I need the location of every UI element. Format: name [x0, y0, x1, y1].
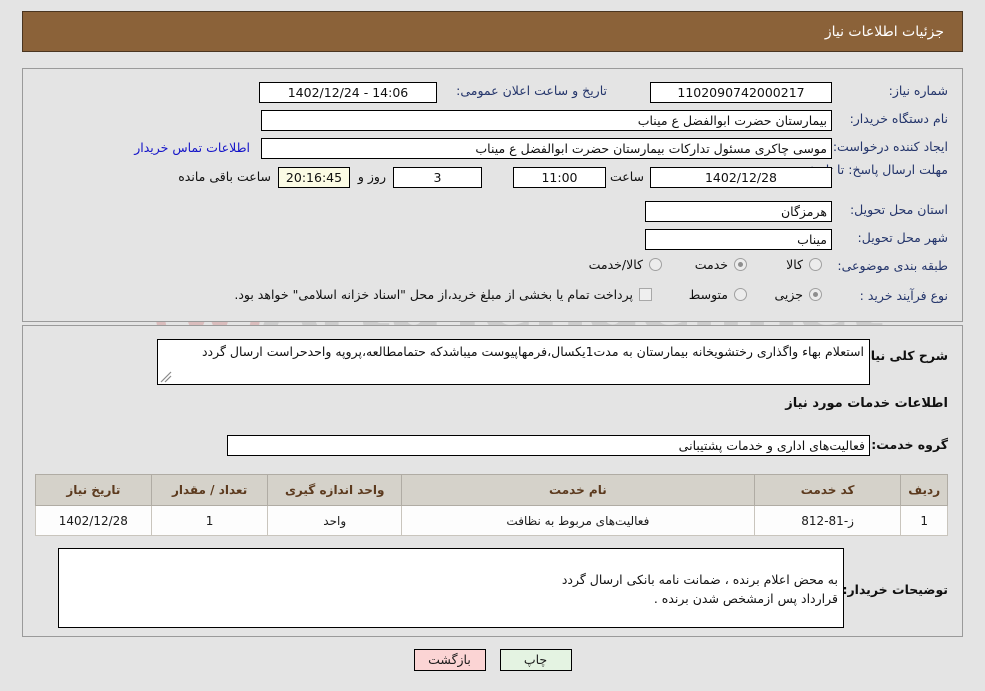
city-label: شهر محل تحویل: — [857, 230, 948, 245]
th-code: کد خدمت — [753, 474, 902, 506]
category-label: طبقه بندی موضوعی: — [837, 258, 948, 273]
print-button[interactable]: چاپ — [499, 649, 572, 671]
general-description-value: استعلام بهاء واگذاری رختشویخانه بیمارستا… — [201, 344, 864, 359]
service-group-value: فعالیت‌های اداری و خدمات پشتیبانی — [227, 435, 870, 456]
purchase-type-label: نوع فرآیند خرید : — [859, 288, 948, 303]
back-button[interactable]: بازگشت — [413, 649, 486, 671]
deadline-date-value: 1402/12/28 — [650, 167, 832, 188]
cell-name: فعالیت‌های مربوط به نظافت — [400, 505, 755, 536]
general-description-textarea[interactable]: استعلام بهاء واگذاری رختشویخانه بیمارستا… — [157, 339, 870, 385]
radio-medium-icon[interactable] — [734, 288, 747, 301]
purchase-type-option-medium-label: متوسط — [688, 287, 728, 302]
countdown-value: 20:16:45 — [278, 167, 350, 188]
buyer-org-value: بیمارستان حضرت ابوالفضل ع میناب — [261, 110, 832, 131]
th-quantity: تعداد / مقدار — [150, 474, 269, 506]
buyer-org-label: نام دستگاه خریدار: — [849, 111, 948, 126]
table-row: 1 ز-81-812 فعالیت‌های مربوط به نظافت واح… — [35, 505, 948, 536]
deadline-hour-value: 11:00 — [513, 167, 606, 188]
announce-datetime-label: تاریخ و ساعت اعلان عمومی: — [456, 83, 607, 98]
services-section-title: اطلاعات خدمات مورد نیاز — [785, 396, 948, 411]
deadline-hour-label: ساعت — [609, 169, 644, 184]
radio-service-icon[interactable] — [734, 258, 747, 271]
buyer-contact-link[interactable]: اطلاعات تماس خریدار — [134, 140, 250, 155]
th-radif: ردیف — [900, 474, 948, 506]
purchase-type-option-minor[interactable]: جزیی — [774, 287, 822, 302]
cell-unit: واحد — [267, 505, 402, 536]
purchase-type-option-medium[interactable]: متوسط — [689, 287, 747, 302]
resize-grip-icon[interactable] — [160, 371, 172, 383]
treasury-bond-checkbox-icon[interactable] — [639, 288, 652, 301]
category-option-goods-service[interactable]: کالا/خدمت — [589, 257, 662, 272]
category-option-service[interactable]: خدمت — [695, 257, 747, 272]
remaining-hours-label: ساعت باقی مانده — [178, 169, 271, 184]
radio-minor-icon[interactable] — [809, 288, 822, 301]
category-option-goods-service-label: کالا/خدمت — [588, 257, 643, 272]
service-group-label: گروه خدمت: — [871, 437, 948, 452]
buyer-notes-label: توضیحات خریدار: — [842, 582, 948, 597]
th-name: نام خدمت — [400, 474, 755, 506]
cell-date: 1402/12/28 — [35, 505, 152, 536]
purchase-type-option-minor-label: جزیی — [774, 287, 803, 302]
footer-actions: چاپ بازگشت — [0, 649, 985, 671]
category-option-service-label: خدمت — [694, 257, 728, 272]
remaining-days-label: روز و — [357, 169, 386, 184]
buyer-notes-value: به محض اعلام برنده ، ضمانت نامه بانکی ار… — [561, 571, 838, 606]
creator-label: ایجاد کننده درخواست: — [832, 139, 948, 154]
remaining-days-value: 3 — [393, 167, 482, 188]
services-table: ردیف کد خدمت نام خدمت واحد اندازه گیری ت… — [35, 474, 948, 536]
category-option-goods-label: کالا — [786, 257, 803, 272]
need-info-panel: شماره نیاز: 1102090742000217 تاریخ و ساع… — [22, 68, 963, 322]
cell-radif: 1 — [900, 505, 948, 536]
radio-goods-service-icon[interactable] — [649, 258, 662, 271]
th-date: تاریخ نیاز — [35, 474, 152, 506]
need-number-label: شماره نیاز: — [888, 83, 948, 98]
need-details-panel: شرح کلی نیاز: استعلام بهاء واگذاری رختشو… — [22, 325, 963, 637]
cell-code: ز-81-812 — [753, 505, 902, 536]
cell-quantity: 1 — [150, 505, 269, 536]
general-description-label: شرح کلی نیاز: — [858, 348, 948, 363]
page-title: جزئیات اطلاعات نیاز — [824, 23, 944, 40]
buyer-notes-textarea[interactable]: به محض اعلام برنده ، ضمانت نامه بانکی ار… — [58, 548, 844, 628]
creator-value: موسی چاکری مسئول تدارکات بیمارستان حضرت … — [261, 138, 832, 159]
page-header: جزئیات اطلاعات نیاز — [22, 11, 963, 52]
category-option-goods[interactable]: کالا — [786, 257, 822, 272]
th-unit: واحد اندازه گیری — [267, 474, 402, 506]
table-header-row: ردیف کد خدمت نام خدمت واحد اندازه گیری ت… — [35, 474, 948, 506]
announce-datetime-value: 14:06 - 1402/12/24 — [259, 82, 437, 103]
treasury-bond-checkbox-label: پرداخت تمام یا بخشی از مبلغ خرید،از محل … — [234, 287, 633, 302]
province-value: هرمزگان — [645, 201, 832, 222]
resize-grip-icon[interactable] — [61, 614, 73, 626]
province-label: استان محل تحویل: — [849, 202, 948, 217]
radio-goods-icon[interactable] — [809, 258, 822, 271]
city-value: میناب — [645, 229, 832, 250]
need-number-value: 1102090742000217 — [650, 82, 832, 103]
treasury-bond-checkbox-group[interactable]: پرداخت تمام یا بخشی از مبلغ خرید،از محل … — [234, 287, 652, 302]
